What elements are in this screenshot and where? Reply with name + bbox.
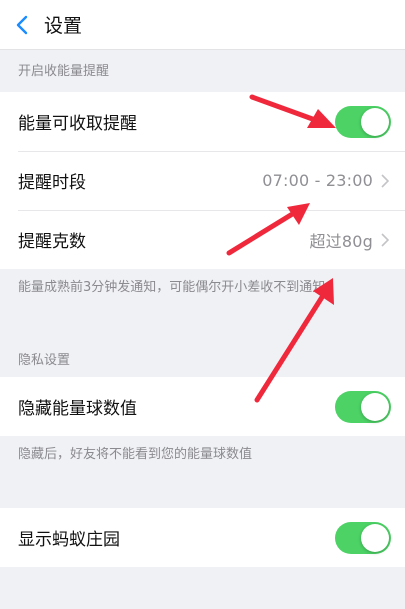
energy-settings-group: 能量可收取提醒 提醒时段 07:00 - 23:00 提醒克数 超过80g bbox=[0, 92, 405, 269]
row-label: 提醒克数 bbox=[18, 232, 86, 252]
toggle-knob bbox=[361, 107, 389, 136]
privacy-settings-group: 隐藏能量球数值 bbox=[0, 377, 405, 436]
energy-footnote: 能量成熟前3分钟发通知，可能偶尔开小差收不到通知 bbox=[18, 280, 326, 295]
toggle-knob bbox=[361, 392, 389, 421]
reminder-period-value: 07:00 - 23:00 bbox=[262, 171, 373, 190]
back-button[interactable] bbox=[0, 0, 44, 50]
energy-collect-reminder-row[interactable]: 能量可收取提醒 bbox=[0, 92, 405, 151]
bottom-settings-group: 显示蚂蚁庄园 bbox=[0, 508, 405, 567]
section-header-privacy: 隐私设置 bbox=[18, 353, 71, 368]
privacy-footnote: 隐藏后，好友将不能看到您的能量球数值 bbox=[18, 447, 253, 462]
navigation-bar: 设置 bbox=[0, 0, 405, 50]
row-label: 能量可收取提醒 bbox=[18, 114, 137, 134]
hide-energy-value-row[interactable]: 隐藏能量球数值 bbox=[0, 377, 405, 436]
energy-collect-reminder-toggle[interactable] bbox=[335, 105, 391, 138]
section-header-energy: 开启收能量提醒 bbox=[18, 64, 110, 79]
row-label: 提醒时段 bbox=[18, 173, 86, 193]
back-chevron-icon bbox=[16, 15, 28, 34]
chevron-right-icon bbox=[381, 173, 391, 189]
show-ant-farm-row[interactable]: 显示蚂蚁庄园 bbox=[0, 508, 405, 567]
hide-energy-value-toggle[interactable] bbox=[335, 390, 391, 423]
show-ant-farm-toggle[interactable] bbox=[335, 521, 391, 554]
page-title: 设置 bbox=[44, 15, 83, 37]
toggle-knob bbox=[361, 523, 389, 552]
reminder-grams-value: 超过80g bbox=[309, 231, 373, 251]
chevron-right-icon bbox=[381, 232, 391, 248]
reminder-period-row[interactable]: 提醒时段 07:00 - 23:00 bbox=[0, 151, 405, 210]
reminder-grams-row[interactable]: 提醒克数 超过80g bbox=[0, 210, 405, 269]
row-label: 隐藏能量球数值 bbox=[18, 399, 137, 419]
row-label: 显示蚂蚁庄园 bbox=[18, 530, 120, 550]
